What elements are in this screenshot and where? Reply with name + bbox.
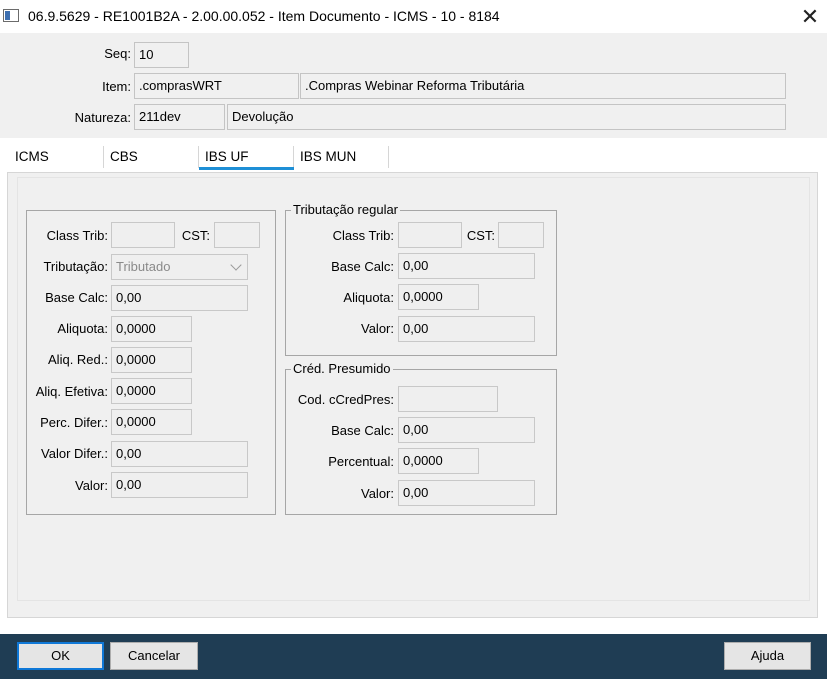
- aliquota-field[interactable]: 0,0000: [111, 316, 192, 342]
- cst-field[interactable]: [214, 222, 260, 248]
- cred-presumido-title: Créd. Presumido: [291, 361, 393, 376]
- valor-difer-label: Valor Difer.:: [41, 446, 108, 461]
- seq-field[interactable]: 10: [134, 42, 189, 68]
- regular-cst-label: CST:: [466, 228, 495, 243]
- chevron-down-icon: [230, 259, 242, 271]
- regular-class-trib-field[interactable]: [398, 222, 462, 248]
- tab-divider: [198, 146, 199, 168]
- percentual-field[interactable]: 0,0000: [398, 448, 479, 474]
- item-code-field[interactable]: .comprasWRT: [134, 73, 299, 99]
- aliq-red-label: Aliq. Red.:: [48, 352, 108, 367]
- valor-difer-field[interactable]: 0,00: [111, 441, 248, 467]
- tab-ibs-mun[interactable]: IBS MUN: [300, 146, 356, 168]
- active-tab-indicator: [199, 167, 294, 170]
- valor-field[interactable]: 0,00: [111, 472, 248, 498]
- tributacao-regular-title: Tributação regular: [291, 202, 401, 217]
- aliquota-label: Aliquota:: [57, 321, 108, 336]
- base-calc-field[interactable]: 0,00: [111, 285, 248, 311]
- presumido-valor-label: Valor:: [361, 486, 394, 501]
- tributacao-value: Tributado: [116, 259, 171, 274]
- perc-difer-label: Perc. Difer.:: [40, 415, 108, 430]
- regular-base-calc-field[interactable]: 0,00: [398, 253, 535, 279]
- natureza-description-field[interactable]: Devolução: [227, 104, 786, 130]
- close-icon[interactable]: ✕: [795, 2, 825, 32]
- ok-button[interactable]: OK: [17, 642, 104, 670]
- presumido-valor-field[interactable]: 0,00: [398, 480, 535, 506]
- tab-divider: [293, 146, 294, 168]
- regular-class-trib-label: Class Trib:: [332, 228, 394, 243]
- natureza-label: Natureza:: [74, 110, 131, 125]
- regular-aliquota-label: Aliquota:: [343, 290, 394, 305]
- item-label: Item:: [102, 79, 131, 94]
- tab-divider: [103, 146, 104, 168]
- cancel-button[interactable]: Cancelar: [110, 642, 198, 670]
- presumido-base-calc-label: Base Calc:: [331, 423, 394, 438]
- class-trib-label: Class Trib:: [46, 228, 108, 243]
- tributacao-select[interactable]: Tributado: [111, 254, 248, 280]
- natureza-code-field[interactable]: 211dev: [134, 104, 225, 130]
- cst-label: CST:: [181, 228, 210, 243]
- base-calc-label: Base Calc:: [45, 290, 108, 305]
- regular-base-calc-label: Base Calc:: [331, 259, 394, 274]
- regular-valor-field[interactable]: 0,00: [398, 316, 535, 342]
- perc-difer-field[interactable]: 0,0000: [111, 409, 192, 435]
- tab-icms[interactable]: ICMS: [15, 146, 49, 168]
- window-title: 06.9.5629 - RE1001B2A - 2.00.00.052 - It…: [28, 8, 500, 24]
- regular-valor-label: Valor:: [361, 321, 394, 336]
- tab-ibs-uf[interactable]: IBS UF: [205, 146, 249, 168]
- regular-cst-field[interactable]: [498, 222, 544, 248]
- tributacao-label: Tributação:: [43, 259, 108, 274]
- item-description-field[interactable]: .Compras Webinar Reforma Tributária: [300, 73, 786, 99]
- cod-ccredpres-label: Cod. cCredPres:: [297, 392, 394, 407]
- percentual-label: Percentual:: [328, 454, 394, 469]
- tab-cbs[interactable]: CBS: [110, 146, 138, 168]
- regular-aliquota-field[interactable]: 0,0000: [398, 284, 479, 310]
- class-trib-field[interactable]: [111, 222, 175, 248]
- help-button[interactable]: Ajuda: [724, 642, 811, 670]
- cod-ccredpres-field[interactable]: [398, 386, 498, 412]
- aliq-efetiva-label: Aliq. Efetiva:: [35, 384, 108, 399]
- seq-label: Seq:: [104, 46, 131, 61]
- window-app-icon: [3, 9, 19, 22]
- aliq-red-field[interactable]: 0,0000: [111, 347, 192, 373]
- aliq-efetiva-field[interactable]: 0,0000: [111, 378, 192, 404]
- tab-divider: [388, 146, 389, 168]
- presumido-base-calc-field[interactable]: 0,00: [398, 417, 535, 443]
- valor-label: Valor:: [75, 478, 108, 493]
